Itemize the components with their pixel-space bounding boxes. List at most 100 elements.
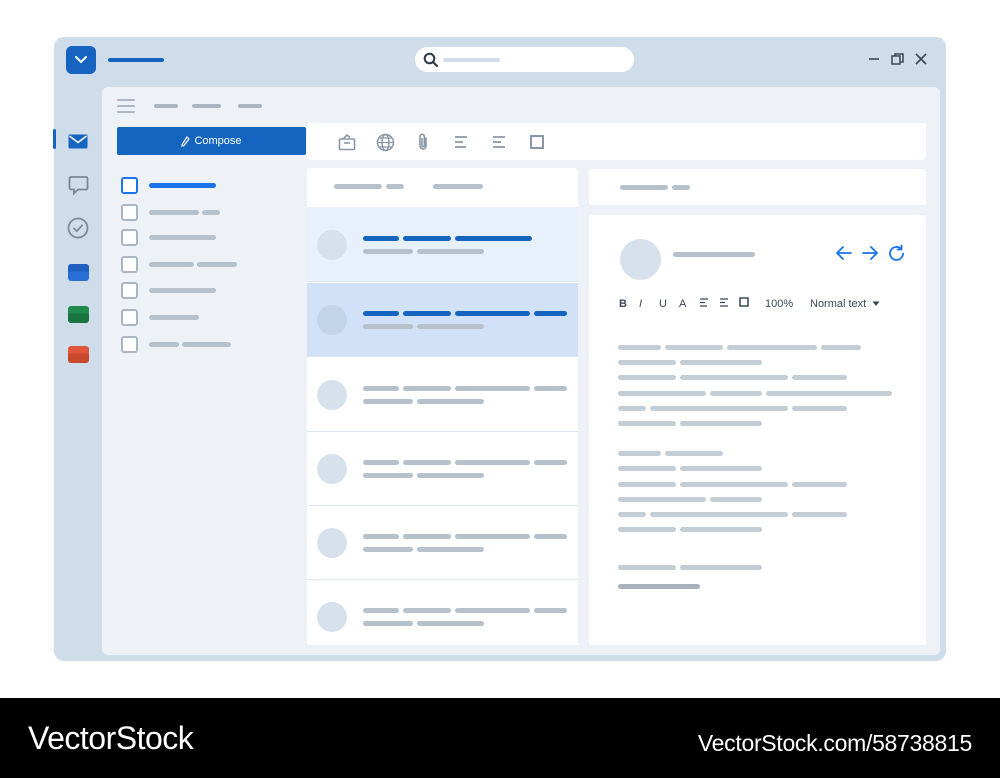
- menu-icon[interactable]: [117, 99, 135, 113]
- align-left-icon: [700, 297, 708, 307]
- folder-checkbox[interactable]: [121, 255, 138, 273]
- rail-item-mail[interactable]: [66, 129, 90, 153]
- rail-item-chat[interactable]: [66, 173, 90, 197]
- minimize-button[interactable]: [865, 50, 883, 68]
- folder-item-inbox[interactable]: [121, 175, 291, 195]
- message-row-selected[interactable]: [307, 283, 578, 357]
- text-style-dropdown[interactable]: Normal text: [810, 298, 880, 310]
- border-button[interactable]: [739, 297, 759, 310]
- folder-item[interactable]: [121, 254, 291, 274]
- search-placeholder-line: [443, 58, 500, 62]
- toolbar-globe[interactable]: [375, 132, 395, 152]
- chevron-down-icon: [75, 56, 87, 64]
- left-rail: [53, 87, 102, 661]
- back-button[interactable]: [834, 243, 854, 263]
- watermark-brand: VectorStock: [28, 720, 194, 756]
- search-icon: [423, 52, 439, 67]
- format-bar: B I U A 100% Normal text: [619, 297, 880, 310]
- watermark-url: VectorStock.com/58738815: [697, 730, 972, 756]
- align-left-button[interactable]: [699, 297, 719, 310]
- arrow-left-icon: [836, 246, 852, 260]
- attachment-icon: [419, 133, 427, 150]
- align-justify-icon: [493, 136, 505, 148]
- folder-checkbox[interactable]: [121, 176, 138, 194]
- align-justify-button[interactable]: [719, 297, 739, 310]
- folder-item[interactable]: [121, 280, 291, 300]
- signature-line: [618, 584, 700, 590]
- font-color-button[interactable]: A: [679, 298, 699, 310]
- restore-icon: [890, 52, 904, 65]
- chat-icon: [68, 175, 88, 196]
- toolbar-archive[interactable]: [337, 132, 357, 152]
- rail-item-tasks[interactable]: [66, 216, 90, 240]
- sender-avatar: [620, 239, 661, 280]
- message-body: [618, 345, 892, 600]
- caret-down-icon: [872, 301, 880, 306]
- reader-header: [589, 169, 926, 205]
- rail-item-blue-folder[interactable]: [66, 260, 90, 284]
- reader-pane: B I U A 100% Normal text: [589, 215, 926, 645]
- avatar: [317, 602, 347, 632]
- toolbar: [307, 123, 926, 160]
- message-list-header: [307, 168, 578, 207]
- underline-button[interactable]: U: [659, 298, 679, 310]
- text-style-value: Normal text: [810, 297, 867, 310]
- close-icon: [915, 53, 927, 65]
- pen-icon: [181, 135, 191, 147]
- message-row[interactable]: [307, 580, 578, 645]
- rail-active-indicator: [53, 129, 56, 149]
- window-title-placeholder: [108, 58, 164, 62]
- mail-icon: [68, 134, 88, 148]
- refresh-button[interactable]: [886, 243, 906, 263]
- toolbar-square[interactable]: [527, 132, 547, 152]
- folder-item[interactable]: [121, 307, 291, 327]
- app-window: Compose B I U A 100% Normal text: [53, 37, 946, 661]
- message-row[interactable]: [307, 506, 578, 580]
- folder-checkbox[interactable]: [121, 228, 138, 246]
- search-box[interactable]: [415, 47, 634, 72]
- message-row[interactable]: [307, 208, 578, 282]
- blue-folder-icon: [67, 263, 89, 281]
- folder-item[interactable]: [121, 202, 291, 222]
- toolbar-align-justify[interactable]: [489, 132, 509, 152]
- folder-item[interactable]: [121, 227, 291, 247]
- compose-button[interactable]: Compose: [117, 127, 306, 155]
- check-circle-icon: [67, 217, 89, 239]
- rail-item-green-folder[interactable]: [66, 302, 90, 326]
- message-row[interactable]: [307, 432, 578, 506]
- toolbar-attachment[interactable]: [413, 132, 433, 152]
- bold-button[interactable]: B: [619, 298, 639, 310]
- restore-button[interactable]: [888, 50, 906, 68]
- compose-label: Compose: [194, 135, 242, 147]
- rail-item-red-folder[interactable]: [66, 342, 90, 366]
- red-folder-icon: [67, 345, 89, 363]
- zoom-level[interactable]: 100%: [765, 298, 810, 310]
- app-logo[interactable]: [66, 46, 96, 74]
- folder-checkbox[interactable]: [121, 335, 138, 353]
- menu-item-3[interactable]: [238, 104, 262, 108]
- menu-item-1[interactable]: [154, 104, 178, 108]
- folder-item[interactable]: [121, 334, 291, 354]
- folder-checkbox[interactable]: [121, 308, 138, 326]
- message-list: [307, 208, 578, 645]
- close-button[interactable]: [912, 50, 930, 68]
- sort-tab-2[interactable]: [433, 184, 483, 189]
- refresh-icon: [888, 244, 904, 261]
- folder-checkbox[interactable]: [121, 281, 138, 299]
- sort-tab-1[interactable]: [334, 184, 382, 189]
- globe-icon: [376, 133, 394, 151]
- toolbar-align-left[interactable]: [451, 132, 471, 152]
- square-icon: [739, 297, 749, 307]
- main-content: Compose B I U A 100% Normal text: [102, 87, 940, 655]
- folder-checkbox[interactable]: [121, 203, 138, 221]
- align-left-icon: [455, 136, 467, 148]
- forward-button[interactable]: [860, 243, 880, 263]
- green-folder-icon: [67, 305, 89, 323]
- arrow-right-icon: [862, 246, 878, 260]
- avatar: [317, 454, 347, 484]
- square-icon: [530, 135, 544, 149]
- sender-name-line: [673, 252, 755, 257]
- message-row[interactable]: [307, 358, 578, 432]
- menu-item-2[interactable]: [192, 104, 221, 108]
- italic-button[interactable]: I: [639, 298, 659, 310]
